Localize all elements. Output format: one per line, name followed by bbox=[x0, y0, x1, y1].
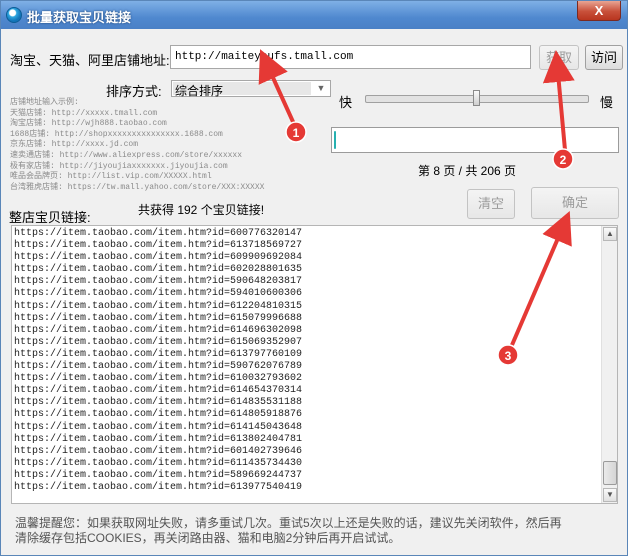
result-link: https://item.taobao.com/item.htm?id=6007… bbox=[14, 228, 303, 239]
example-line: 天猫店铺: http://xxxxx.tmall.com bbox=[10, 108, 158, 118]
scroll-up-icon[interactable]: ▲ bbox=[603, 227, 617, 241]
result-link: https://item.taobao.com/item.htm?id=5906… bbox=[14, 276, 303, 288]
result-link: https://item.taobao.com/item.htm?id=6141… bbox=[14, 421, 303, 433]
scroll-down-icon[interactable]: ▼ bbox=[603, 488, 617, 502]
fetch-button[interactable]: 获取 bbox=[539, 45, 579, 70]
results-list: https://item.taobao.com/item.htm?id=6007… bbox=[14, 228, 302, 494]
result-link: https://item.taobao.com/item.htm?id=5896… bbox=[14, 469, 303, 481]
page-info: 第 8 页 / 共 206 页 bbox=[418, 164, 517, 178]
window-title: 批量获取宝贝链接 bbox=[27, 10, 132, 25]
result-link: https://item.taobao.com/item.htm?id=6100… bbox=[14, 373, 303, 385]
url-examples: 店铺地址输入示例: 天猫店铺: http://xxxxx.tmall.com 淘… bbox=[10, 98, 328, 194]
speed-slow-label: 慢 bbox=[600, 95, 614, 110]
example-line: 淘宝店铺: http://wjh888.taobao.com bbox=[10, 119, 167, 129]
example-line: 1688店铺: http://shopxxxxxxxxxxxxxxx.1688.… bbox=[10, 129, 223, 139]
clear-button[interactable]: 清空 bbox=[467, 189, 515, 219]
result-link: https://item.taobao.com/item.htm?id=5907… bbox=[14, 361, 303, 373]
example-line: 台湾雅虎店铺: https://tw.mall.yahoo.com/store/… bbox=[10, 182, 265, 192]
result-link: https://item.taobao.com/item.htm?id=6137… bbox=[14, 348, 303, 360]
progress-fill bbox=[334, 131, 336, 149]
shop-url-label: 淘宝、天猫、阿里店铺地址: bbox=[10, 53, 170, 68]
result-link: https://item.taobao.com/item.htm?id=6148… bbox=[14, 397, 303, 409]
example-line: 速卖通店铺: http://www.aliexpress.com/store/x… bbox=[10, 150, 243, 160]
example-line: 极有家店铺: http://jiyoujiaxxxxxxx.jiyoujia.c… bbox=[10, 161, 228, 171]
confirm-button[interactable]: 确定 bbox=[531, 187, 619, 219]
app-icon bbox=[6, 7, 22, 23]
result-link: https://item.taobao.com/item.htm?id=6122… bbox=[14, 300, 303, 312]
progress-bar bbox=[331, 127, 619, 153]
title-bar[interactable]: 批量获取宝贝链接 X bbox=[1, 1, 627, 29]
example-line: 京东店铺: http://xxxx.jd.com bbox=[10, 140, 139, 150]
result-link: https://item.taobao.com/item.htm?id=6114… bbox=[14, 457, 303, 469]
result-link: https://item.taobao.com/item.htm?id=6146… bbox=[14, 385, 303, 397]
chevron-down-icon[interactable]: ▼ bbox=[314, 82, 328, 95]
result-link: https://item.taobao.com/item.htm?id=6020… bbox=[14, 264, 303, 276]
results-textarea[interactable]: https://item.taobao.com/item.htm?id=6007… bbox=[11, 225, 618, 504]
result-link: https://item.taobao.com/item.htm?id=6014… bbox=[14, 445, 303, 457]
result-link: https://item.taobao.com/item.htm?id=6099… bbox=[14, 252, 303, 264]
visit-button[interactable]: 访问 bbox=[585, 45, 623, 70]
results-label: 整店宝贝链接: bbox=[9, 210, 91, 225]
close-button[interactable]: X bbox=[577, 1, 621, 21]
example-line: 店铺地址输入示例: bbox=[10, 98, 79, 107]
link-count: 共获得 192 个宝贝链接! bbox=[138, 203, 265, 217]
scrollbar-thumb[interactable] bbox=[603, 461, 617, 485]
example-line: 唯品会品牌页: http://list.vip.com/XXXXX.html bbox=[10, 172, 212, 182]
app-window: 批量获取宝贝链接 X 淘宝、天猫、阿里店铺地址: http://maiteyou… bbox=[0, 0, 628, 556]
result-link: https://item.taobao.com/item.htm?id=5940… bbox=[14, 288, 303, 300]
vertical-scrollbar[interactable]: ▲ ▼ bbox=[601, 226, 617, 503]
sort-select[interactable]: 综合排序 ▼ bbox=[171, 80, 331, 98]
result-link: https://item.taobao.com/item.htm?id=6150… bbox=[14, 336, 303, 348]
speed-slider-thumb[interactable] bbox=[473, 90, 480, 106]
shop-url-input[interactable]: http://maiteyoufs.tmall.com bbox=[170, 45, 531, 69]
result-link: https://item.taobao.com/item.htm?id=6139… bbox=[14, 481, 303, 493]
speed-fast-label: 快 bbox=[339, 95, 353, 110]
result-link: https://item.taobao.com/item.htm?id=6137… bbox=[14, 240, 303, 252]
result-link: https://item.taobao.com/item.htm?id=6138… bbox=[14, 433, 303, 445]
result-link: https://item.taobao.com/item.htm?id=6148… bbox=[14, 409, 303, 421]
result-link: https://item.taobao.com/item.htm?id=6146… bbox=[14, 324, 303, 336]
result-link: https://item.taobao.com/item.htm?id=6150… bbox=[14, 312, 303, 324]
warm-tip: 温馨提醒您：如果获取网址失败，请多重试几次。重试5次以上还是失败的话，建议先关闭… bbox=[15, 516, 562, 545]
sort-selected-value: 综合排序 bbox=[175, 84, 224, 98]
